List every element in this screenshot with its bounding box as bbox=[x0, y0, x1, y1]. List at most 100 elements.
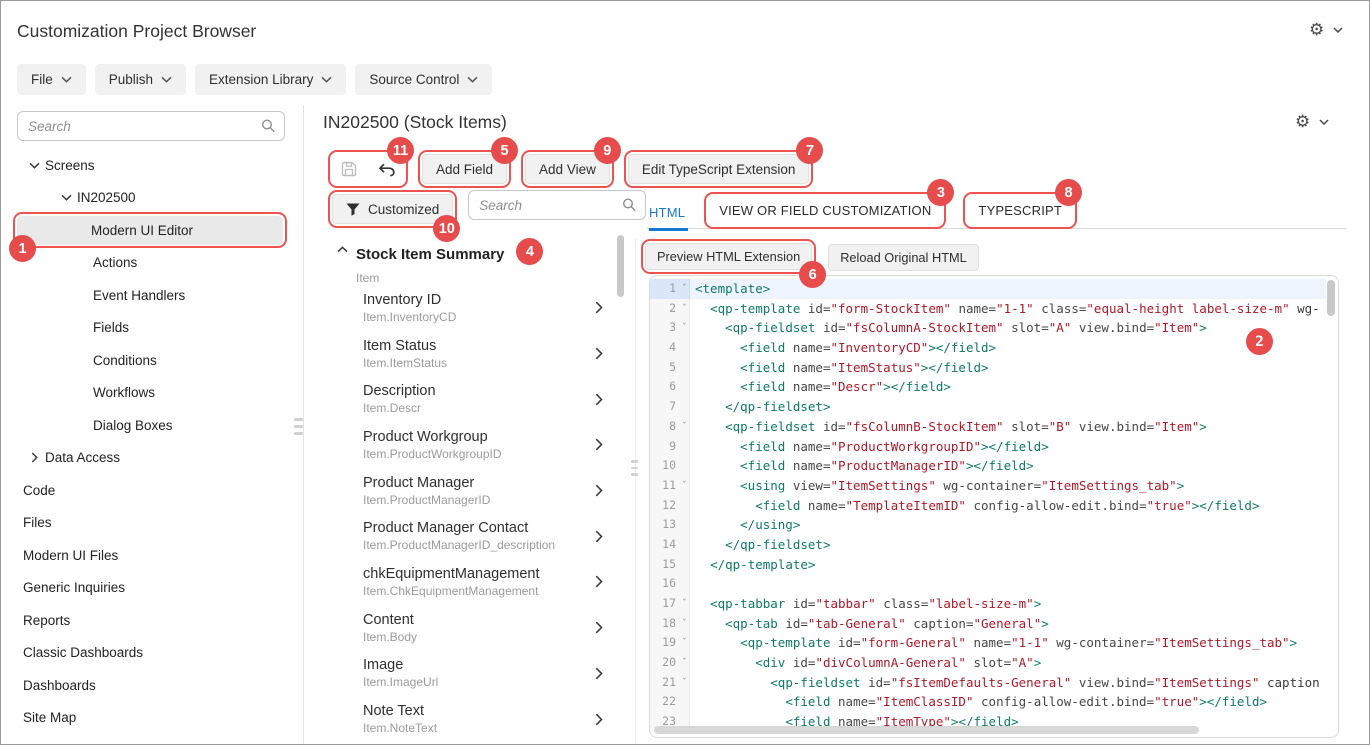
sidebar-item-modern-ui-editor[interactable]: Modern UI Editor1 bbox=[1, 214, 303, 247]
tab-html[interactable]: HTML bbox=[649, 197, 688, 231]
chevron-right-icon[interactable] bbox=[595, 667, 603, 680]
code-line-13[interactable]: 13 </using> bbox=[650, 515, 1326, 535]
code-line-6[interactable]: 6 <field name="Descr"></field> bbox=[650, 377, 1326, 397]
field-search-input[interactable] bbox=[468, 190, 646, 220]
field-list-scrollbar[interactable] bbox=[617, 235, 624, 297]
reload-original-html-button[interactable]: Reload Original HTML bbox=[828, 244, 979, 271]
sidebar-item-dialog-boxes[interactable]: Dialog Boxes bbox=[1, 409, 303, 442]
window-settings-button[interactable]: ⚙ bbox=[1309, 21, 1343, 38]
fold-icon[interactable]: ˇ bbox=[682, 615, 687, 635]
html-code-editor[interactable]: 1ˇ<template>2ˇ <qp-template id="form-Sto… bbox=[649, 275, 1339, 738]
chevron-right-icon[interactable] bbox=[595, 438, 603, 451]
sidebar-search-input[interactable] bbox=[17, 111, 285, 141]
field-label: Product Manager Contact bbox=[363, 520, 595, 536]
selected-tree-row[interactable]: Modern UI Editor bbox=[17, 216, 283, 245]
fold-icon[interactable]: ˇ bbox=[682, 319, 687, 339]
code-line-21[interactable]: 21ˇ <qp-fieldset id="fsItemDefaults-Gene… bbox=[650, 673, 1326, 693]
chevron-right-icon[interactable] bbox=[595, 713, 603, 726]
sidebar-item-fields[interactable]: Fields bbox=[1, 312, 303, 345]
preview-html-extension-button[interactable]: Preview HTML Extension bbox=[645, 243, 812, 270]
sidebar-item-workflows[interactable]: Workflows bbox=[1, 377, 303, 410]
code-line-22[interactable]: 22 <field name="ItemClassID" config-allo… bbox=[650, 692, 1326, 712]
code-line-14[interactable]: 14 </qp-fieldset> bbox=[650, 535, 1326, 555]
code-line-11[interactable]: 11ˇ <using view="ItemSettings" wg-contai… bbox=[650, 476, 1326, 496]
chevron-right-icon[interactable] bbox=[595, 301, 603, 314]
code-line-4[interactable]: 4 <field name="InventoryCD"></field> bbox=[650, 338, 1326, 358]
sidebar-item-classic-dashboards[interactable]: Classic Dashboards bbox=[1, 637, 303, 670]
code-line-5[interactable]: 5 <field name="ItemStatus"></field> bbox=[650, 358, 1326, 378]
code-line-19[interactable]: 19ˇ <qp-template id="form-General" name=… bbox=[650, 633, 1326, 653]
field-row-description[interactable]: DescriptionItem.Descr bbox=[317, 376, 619, 422]
code-line-1[interactable]: 1ˇ<template> bbox=[650, 279, 1326, 299]
field-row-inventory-id[interactable]: Inventory IDItem.InventoryCD bbox=[317, 285, 619, 331]
fold-icon[interactable]: ˇ bbox=[682, 634, 687, 654]
code-line-16[interactable]: 16 bbox=[650, 574, 1326, 594]
fold-icon[interactable]: ˇ bbox=[682, 300, 687, 320]
code-line-17[interactable]: 17ˇ <qp-tabbar id="tabbar" class="label-… bbox=[650, 594, 1326, 614]
field-row-note-text[interactable]: Note TextItem.NoteText bbox=[317, 696, 619, 742]
chevron-right-icon[interactable] bbox=[595, 621, 603, 634]
sidebar-item-actions[interactable]: Actions bbox=[1, 247, 303, 280]
edit-typescript-extension-button[interactable]: Edit TypeScript Extension bbox=[628, 154, 810, 184]
sidebar-item-code[interactable]: Code bbox=[1, 474, 303, 507]
fold-icon[interactable]: ˇ bbox=[682, 280, 687, 300]
undo-icon[interactable] bbox=[377, 162, 396, 177]
editor-horizontal-scrollbar[interactable] bbox=[654, 726, 1199, 734]
sidebar-item-generic-inquiries[interactable]: Generic Inquiries bbox=[1, 572, 303, 605]
tree-label: Reports bbox=[23, 613, 70, 628]
code-line-18[interactable]: 18ˇ <qp-tab id="tab-General" caption="Ge… bbox=[650, 614, 1326, 634]
fold-icon[interactable]: ˇ bbox=[682, 674, 687, 694]
code-line-8[interactable]: 8ˇ <qp-fieldset id="fsColumnB-StockItem"… bbox=[650, 417, 1326, 437]
chevron-right-icon[interactable] bbox=[595, 530, 603, 543]
sidebar-item-files[interactable]: Files bbox=[1, 507, 303, 540]
fold-icon[interactable]: ˇ bbox=[682, 477, 687, 497]
fold-icon[interactable]: ˇ bbox=[682, 595, 687, 615]
fold-icon[interactable]: ˇ bbox=[682, 418, 687, 438]
chevron-right-icon[interactable] bbox=[595, 484, 603, 497]
screen-settings-button[interactable]: ⚙ bbox=[1295, 113, 1329, 130]
sidebar-item-data-access[interactable]: Data Access bbox=[1, 442, 303, 475]
field-row-product-manager[interactable]: Product ManagerItem.ProductManagerID bbox=[317, 468, 619, 514]
sidebar-item-conditions[interactable]: Conditions bbox=[1, 344, 303, 377]
sidebar-divider[interactable] bbox=[303, 105, 304, 745]
field-row-product-manager-contact[interactable]: Product Manager ContactItem.ProductManag… bbox=[317, 513, 619, 559]
sidebar-item-dashboards[interactable]: Dashboards bbox=[1, 669, 303, 702]
code-line-15[interactable]: 15 </qp-template> bbox=[650, 555, 1326, 575]
sidebar-splitter-grip[interactable] bbox=[294, 418, 303, 435]
sidebar-item-in202500[interactable]: IN202500 bbox=[1, 182, 303, 215]
fold-icon[interactable]: ˇ bbox=[682, 654, 687, 674]
field-row-item-status[interactable]: Item StatusItem.ItemStatus bbox=[317, 331, 619, 377]
sidebar-item-modern-ui-files[interactable]: Modern UI Files bbox=[1, 539, 303, 572]
save-icon[interactable] bbox=[341, 161, 357, 177]
chevron-right-icon[interactable] bbox=[595, 347, 603, 360]
sidebar-item-screens[interactable]: Screens bbox=[1, 149, 303, 182]
code-line-2[interactable]: 2ˇ <qp-template id="form-StockItem" name… bbox=[650, 299, 1326, 319]
menu-button-extension-library[interactable]: Extension Library bbox=[195, 64, 346, 95]
code-line-7[interactable]: 7 </qp-fieldset> bbox=[650, 397, 1326, 417]
menu-button-file[interactable]: File bbox=[17, 64, 86, 95]
editor-vertical-scrollbar[interactable] bbox=[1327, 280, 1335, 316]
field-group-header[interactable]: Stock Item Summary 4 Item bbox=[317, 235, 619, 285]
chevron-right-icon[interactable] bbox=[595, 575, 603, 588]
sidebar-item-event-handlers[interactable]: Event Handlers bbox=[1, 279, 303, 312]
code-text: <field name="ItemClassID" config-allow-e… bbox=[690, 692, 1267, 712]
code-line-3[interactable]: 3ˇ <qp-fieldset id="fsColumnA-StockItem"… bbox=[650, 318, 1326, 338]
menu-button-publish[interactable]: Publish bbox=[95, 64, 186, 95]
line-number: 13 bbox=[650, 515, 690, 535]
sidebar-item-reports[interactable]: Reports bbox=[1, 604, 303, 637]
tab-view-or-field-customization[interactable]: VIEW OR FIELD CUSTOMIZATION bbox=[708, 196, 942, 225]
code-line-9[interactable]: 9 <field name="ProductWorkgroupID"></fie… bbox=[650, 437, 1326, 457]
code-line-12[interactable]: 12 <field name="TemplateItemID" config-a… bbox=[650, 496, 1326, 516]
field-panel-splitter-grip[interactable] bbox=[631, 460, 638, 476]
field-row-chkequipmentmanagement[interactable]: chkEquipmentManagementItem.ChkEquipmentM… bbox=[317, 559, 619, 605]
menu-button-source-control[interactable]: Source Control bbox=[355, 64, 492, 95]
sidebar-item-database-scripts-1-[interactable]: Database Scripts (1) bbox=[1, 734, 303, 745]
chevron-right-icon[interactable] bbox=[595, 393, 603, 406]
field-panel-divider[interactable] bbox=[635, 239, 636, 745]
field-row-image[interactable]: ImageItem.ImageUrl bbox=[317, 651, 619, 697]
field-row-content[interactable]: ContentItem.Body bbox=[317, 605, 619, 651]
sidebar-item-site-map[interactable]: Site Map bbox=[1, 702, 303, 735]
field-row-product-workgroup[interactable]: Product WorkgroupItem.ProductWorkgroupID bbox=[317, 422, 619, 468]
code-line-10[interactable]: 10 <field name="ProductManagerID"></fiel… bbox=[650, 456, 1326, 476]
code-line-20[interactable]: 20ˇ <div id="divColumnA-General" slot="A… bbox=[650, 653, 1326, 673]
